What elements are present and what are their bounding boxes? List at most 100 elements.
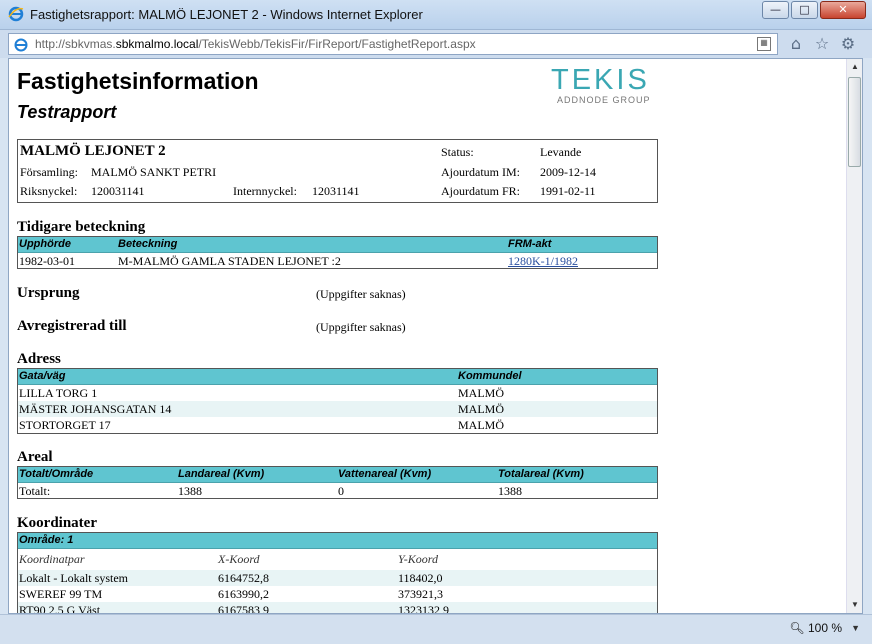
maximize-button[interactable]: □ — [791, 1, 818, 19]
tidigare-heading: Tidigare beteckning — [17, 219, 146, 235]
property-info-box: MALMÖ LEJONET 2 Församling: MALMÖ SANKT … — [17, 139, 658, 203]
zoom-value: 100 % — [807, 621, 842, 635]
page-icon — [14, 38, 28, 52]
col-x-koord: X-Koord — [218, 552, 260, 566]
adress-heading: Adress — [17, 351, 61, 367]
status-value: Levande — [540, 145, 582, 159]
table-row: LILLA TORG 1 MALMÖ — [18, 385, 657, 401]
report-title: Fastighetsinformation — [17, 68, 259, 94]
favorites-icon[interactable]: ☆ — [812, 34, 832, 54]
ajour-im-label: Ajourdatum IM: — [441, 165, 520, 179]
cell-kommundel: MALMÖ — [458, 418, 505, 432]
home-icon[interactable]: ⌂ — [786, 34, 806, 54]
table-row: SWEREF 99 TM 6163990,2 373921,3 — [18, 586, 657, 602]
cell-gata: LILLA TORG 1 — [19, 386, 98, 400]
cell-totalt: Totalt: — [19, 484, 51, 498]
internnyckel-value: 12031141 — [312, 184, 360, 198]
riksnyckel-value: 120031141 — [91, 184, 145, 198]
col-frm-akt: FRM-akt — [508, 238, 552, 250]
frm-akt-link[interactable]: 1280K-1/1982 — [508, 254, 578, 269]
ajour-fr-label: Ajourdatum FR: — [441, 184, 521, 198]
internet-explorer-icon — [8, 6, 24, 22]
tidigare-table: Upphörde Beteckning FRM-akt 1982-03-01 M… — [17, 236, 658, 269]
cell-vattenareal: 0 — [338, 484, 344, 498]
col-gata: Gata/väg — [19, 370, 66, 382]
report-content: Fastighetsinformation Testrapport TEKIS … — [9, 59, 847, 613]
url-text[interactable]: http://sbkvmas.sbkmalmo.local/TekisWebb/… — [35, 37, 476, 51]
scroll-up-icon[interactable]: ▲ — [847, 59, 862, 75]
cell-upphorde: 1982-03-01 — [19, 254, 75, 268]
omrade-header-row: Område: 1 — [18, 533, 657, 549]
cell-x-koord: 6167583,9 — [218, 603, 269, 613]
logo-subtext: ADDNODE GROUP — [557, 95, 651, 105]
address-bar[interactable]: http://sbkvmas.sbkmalmo.local/TekisWebb/… — [8, 33, 778, 55]
ajour-fr-value: 1991-02-11 — [540, 184, 596, 198]
internnyckel-label: Internnyckel: — [233, 184, 297, 198]
address-bar-area: http://sbkvmas.sbkmalmo.local/TekisWebb/… — [0, 30, 872, 58]
col-landareal: Landareal (Kvm) — [178, 468, 265, 480]
koordinat-subheader-row: Koordinatpar X-Koord Y-Koord — [18, 549, 657, 569]
koordinater-table: Område: 1 Koordinatpar X-Koord Y-Koord L… — [17, 532, 658, 613]
minimize-button[interactable]: — — [762, 1, 789, 19]
url-domain: sbkmalmo.local — [115, 37, 199, 51]
zoom-icon: 🔍︎ — [789, 621, 805, 635]
ursprung-value: (Uppgifter saknas) — [316, 287, 406, 301]
cell-x-koord: 6164752,8 — [218, 571, 269, 585]
avregistrerad-heading: Avregistrerad till — [17, 318, 127, 334]
cell-kommundel: MALMÖ — [458, 402, 505, 416]
tidigare-header-row: Upphörde Beteckning FRM-akt — [18, 237, 657, 253]
col-y-koord: Y-Koord — [398, 552, 439, 566]
ajour-im-value: 2009-12-14 — [540, 165, 596, 179]
vertical-scrollbar[interactable]: ▲ ▼ — [846, 59, 862, 613]
col-totalt-omrade: Totalt/Område — [19, 468, 94, 480]
col-beteckning: Beteckning — [118, 238, 178, 250]
ursprung-heading: Ursprung — [17, 285, 80, 301]
compatibility-view-icon[interactable]: ▦ — [757, 37, 771, 51]
forsamling-value: MALMÖ SANKT PETRI — [91, 165, 217, 179]
title-bar: Fastighetsrapport: MALMÖ LEJONET 2 - Win… — [0, 0, 872, 30]
cell-kommundel: MALMÖ — [458, 386, 505, 400]
window-title: Fastighetsrapport: MALMÖ LEJONET 2 - Win… — [30, 7, 423, 22]
url-path: /TekisWebb/TekisFir/FirReport/FastighetR… — [198, 37, 476, 51]
cell-x-koord: 6163990,2 — [218, 587, 269, 601]
cell-gata: MÄSTER JOHANSGATAN 14 — [19, 402, 172, 416]
cell-koordinatpar: SWEREF 99 TM — [19, 587, 103, 601]
avregistrerad-value: (Uppgifter saknas) — [316, 320, 406, 334]
cell-landareal: 1388 — [178, 484, 202, 498]
cell-beteckning: M-MALMÖ GAMLA STADEN LEJONET :2 — [118, 254, 341, 268]
areal-heading: Areal — [17, 449, 53, 465]
areal-table: Totalt/Område Landareal (Kvm) Vattenarea… — [17, 466, 658, 499]
cell-totalareal: 1388 — [498, 484, 522, 498]
cell-koordinatpar: RT90 2.5 G Väst — [19, 603, 101, 613]
status-bar: 🔍︎ 100 % ▼ — [0, 614, 872, 644]
cell-gata: STORTORGET 17 — [19, 418, 111, 432]
close-button[interactable]: ✕ — [820, 1, 866, 19]
scroll-thumb[interactable] — [848, 77, 861, 167]
cell-y-koord: 1323132,9 — [398, 603, 449, 613]
table-row: Lokalt - Lokalt system 6164752,8 118402,… — [18, 570, 657, 586]
url-prefix: http://sbkvmas. — [35, 37, 116, 51]
omrade-label: Område: 1 — [19, 534, 74, 546]
zoom-dropdown-icon[interactable]: ▼ — [851, 623, 860, 633]
col-vattenareal: Vattenareal (Kvm) — [338, 468, 432, 480]
table-row: MÄSTER JOHANSGATAN 14 MALMÖ — [18, 401, 657, 417]
table-row: 1982-03-01 M-MALMÖ GAMLA STADEN LEJONET … — [18, 253, 657, 269]
areal-header-row: Totalt/Område Landareal (Kvm) Vattenarea… — [18, 467, 657, 483]
page-viewport: Fastighetsinformation Testrapport TEKIS … — [8, 58, 863, 614]
report-subtitle: Testrapport — [17, 102, 117, 122]
col-koordinatpar: Koordinatpar — [19, 552, 85, 566]
table-row: Totalt: 1388 0 1388 — [18, 483, 657, 499]
adress-table: Gata/väg Kommundel LILLA TORG 1 MALMÖ MÄ… — [17, 368, 658, 434]
cell-y-koord: 118402,0 — [398, 571, 443, 585]
koordinater-heading: Koordinater — [17, 515, 97, 531]
logo-brand: TEKIS — [551, 64, 650, 96]
col-totalareal: Totalareal (Kvm) — [498, 468, 584, 480]
property-name: MALMÖ LEJONET 2 — [20, 143, 166, 159]
table-row: STORTORGET 17 MALMÖ — [18, 417, 657, 433]
scroll-down-icon[interactable]: ▼ — [847, 597, 862, 613]
zoom-level[interactable]: 🔍︎ 100 % — [789, 621, 842, 635]
tekis-logo: TEKIS ADDNODE GROUP — [551, 65, 655, 105]
tools-icon[interactable]: ⚙ — [838, 34, 858, 54]
riksnyckel-label: Riksnyckel: — [20, 184, 78, 198]
forsamling-label: Församling: — [20, 165, 79, 179]
